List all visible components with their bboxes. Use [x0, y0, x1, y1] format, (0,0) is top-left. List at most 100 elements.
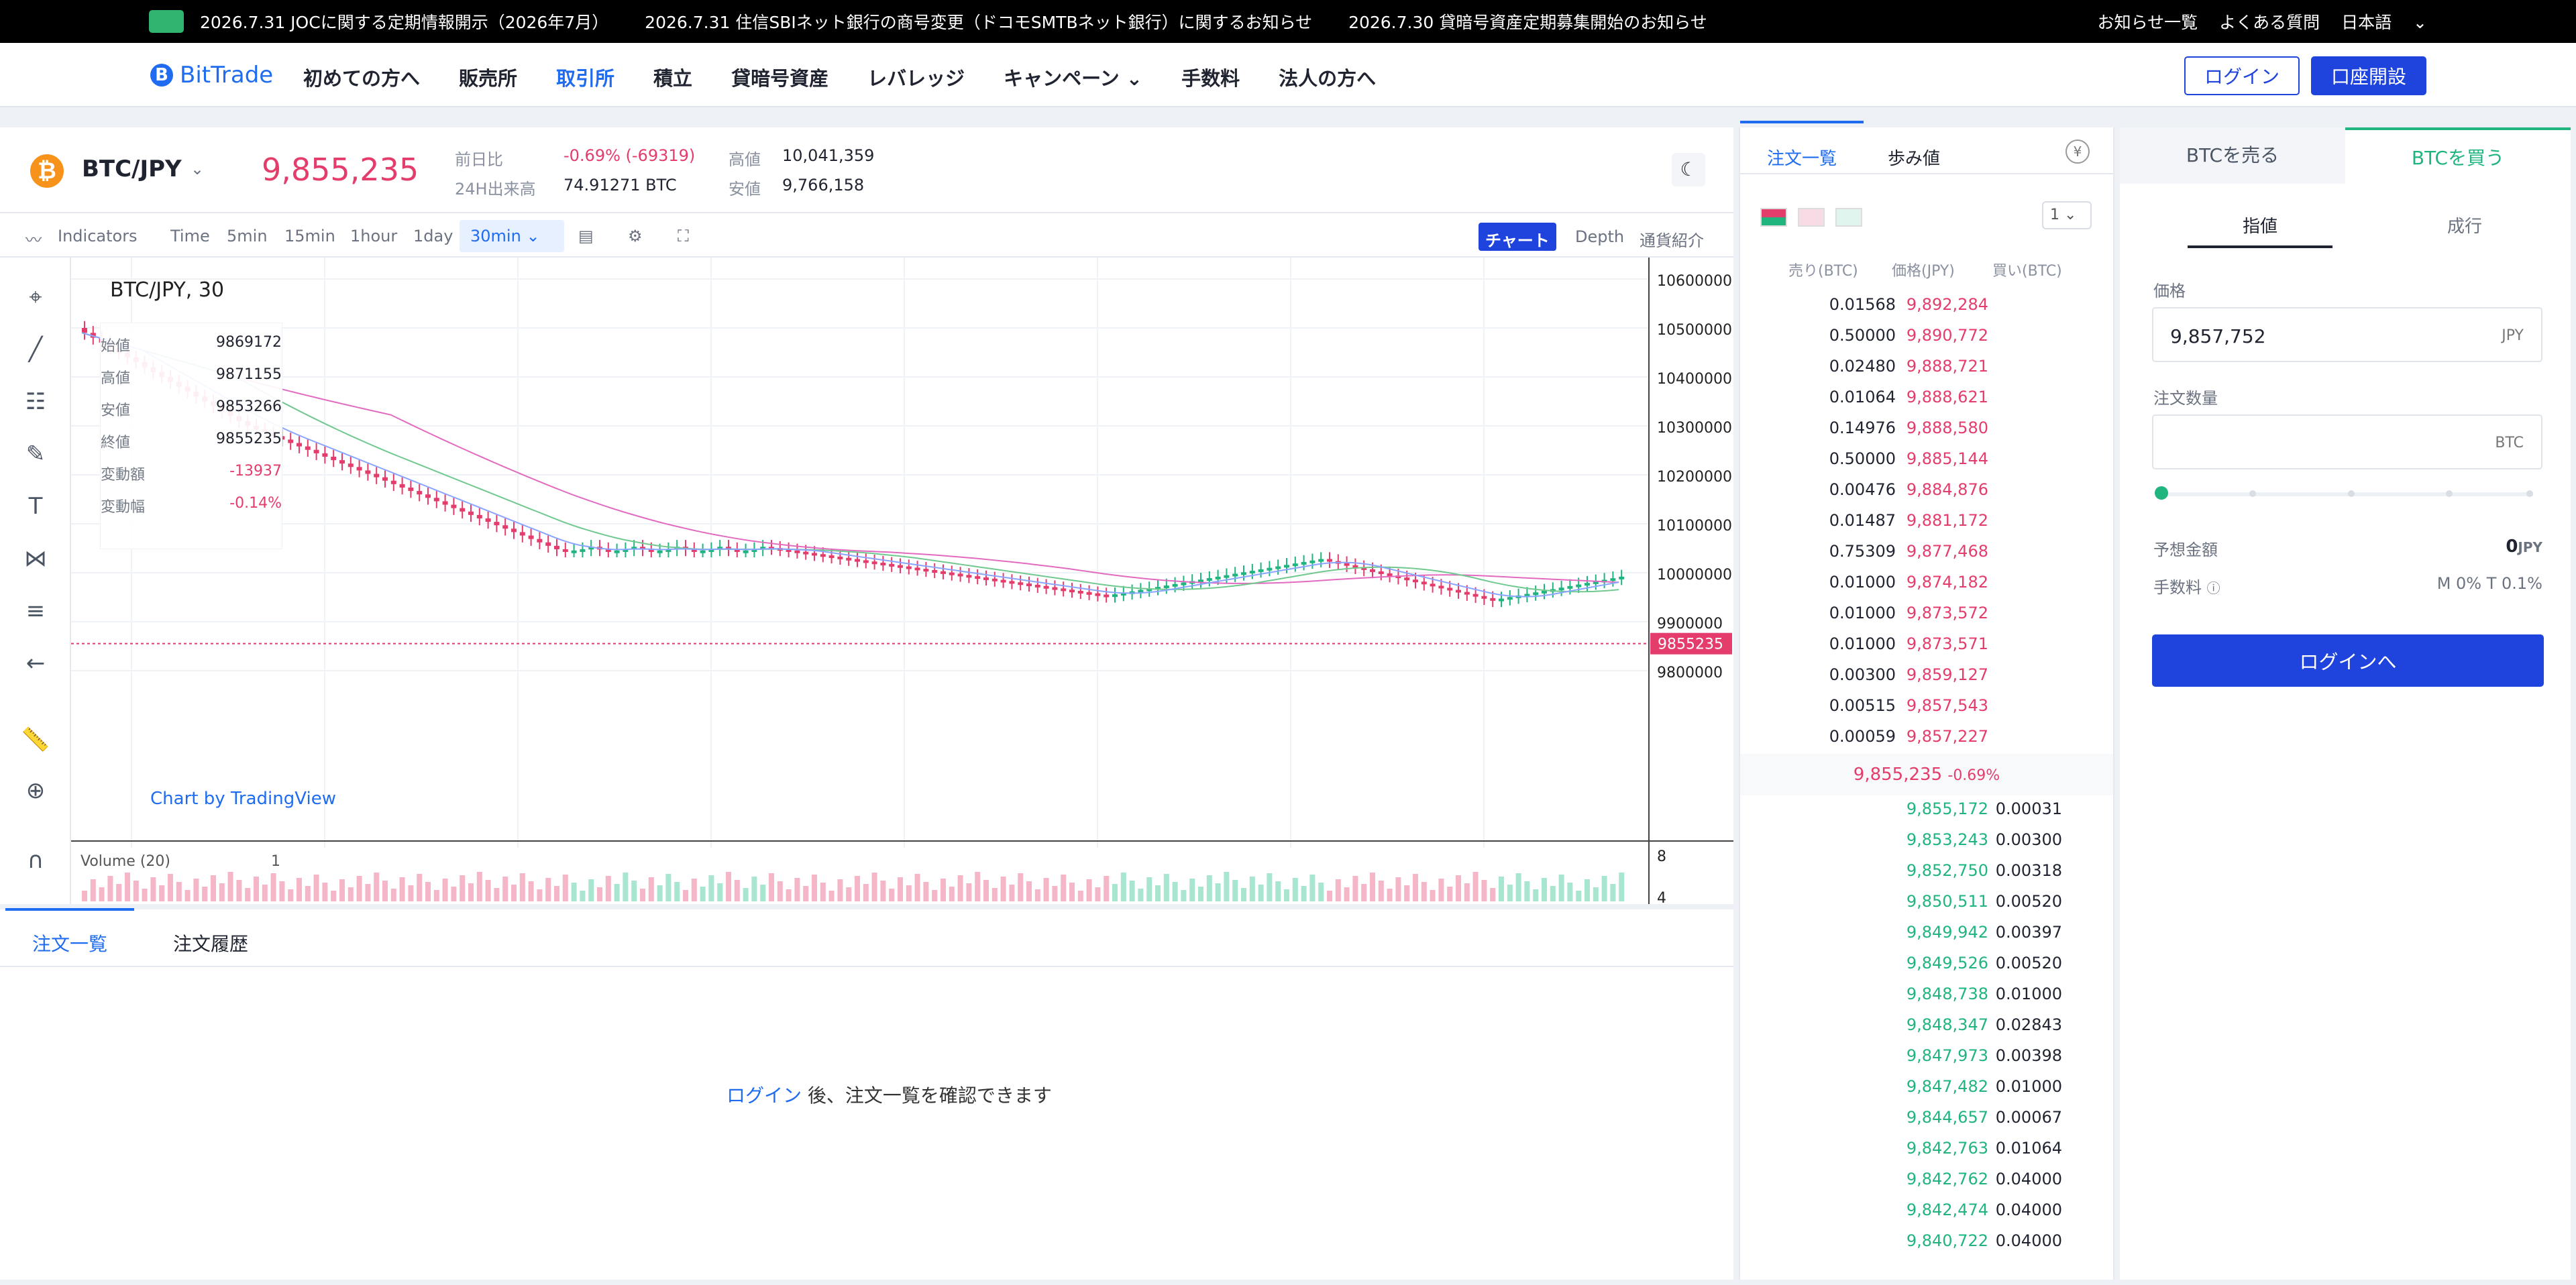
yen-icon[interactable]: ¥	[2065, 139, 2090, 164]
price-input[interactable]: 9,857,752 JPY	[2152, 307, 2542, 362]
tab-order-history[interactable]: 注文履歴	[173, 930, 248, 956]
ask-row[interactable]: 0.01000 9,873,571	[1740, 634, 2113, 665]
gear-icon[interactable]: ⚙	[628, 227, 643, 245]
indicators-icon[interactable]: 〰	[25, 227, 42, 250]
tab-trades[interactable]: 歩み値	[1888, 145, 1940, 170]
bids-view-icon[interactable]	[1835, 208, 1862, 227]
slider-handle[interactable]	[2155, 486, 2168, 500]
crosshair-icon[interactable]: ⌖	[19, 280, 52, 314]
timeframe-5min[interactable]: 5min	[227, 227, 268, 245]
bid-row[interactable]: 9,848,347 0.02843	[1740, 1015, 2113, 1046]
ask-row[interactable]: 0.01000 9,873,572	[1740, 604, 2113, 634]
bid-row[interactable]: 9,842,762 0.04000	[1740, 1170, 2113, 1200]
buy-tab[interactable]: BTCを買う	[2345, 127, 2571, 184]
faq-link[interactable]: よくある質問	[2219, 13, 2320, 32]
bid-row[interactable]: 9,853,243 0.00300	[1740, 830, 2113, 861]
slider-marker[interactable]	[2348, 490, 2355, 497]
tab-order-book[interactable]: 注文一覧	[1739, 121, 1864, 170]
bid-row[interactable]: 9,849,526 0.00520	[1740, 954, 2113, 985]
ask-row[interactable]: 0.01000 9,874,182	[1740, 573, 2113, 604]
bid-row[interactable]: 9,848,738 0.01000	[1740, 985, 2113, 1015]
nav-campaign[interactable]: キャンペーン ⌄	[1004, 63, 1142, 91]
nav-corporate[interactable]: 法人の方へ	[1279, 63, 1376, 91]
bid-row[interactable]: 9,855,172 0.00031	[1740, 799, 2113, 830]
login-button[interactable]: ログイン	[2184, 56, 2300, 95]
brush-icon[interactable]: ✎	[19, 437, 52, 471]
slider-marker[interactable]	[2249, 490, 2256, 497]
announcement-link[interactable]: 2026.7.30 貸暗号資産定期募集開始のお知らせ	[1348, 13, 1707, 32]
ask-row[interactable]: 0.01487 9,881,172	[1740, 511, 2113, 542]
price-chart[interactable]: 10600000 10500000 10400000 10300000 10200000…	[71, 258, 1733, 904]
nav-sales[interactable]: 販売所	[459, 63, 517, 91]
limit-order-tab[interactable]: 指値	[2188, 207, 2332, 248]
nav-beginners[interactable]: 初めての方へ	[303, 63, 420, 91]
currency-info-button[interactable]: 通貨紹介	[1633, 223, 1711, 251]
bid-row[interactable]: 9,844,657 0.00067	[1740, 1108, 2113, 1139]
orders-login-link[interactable]: ログイン	[727, 1084, 802, 1107]
indicators-button[interactable]: Indicators	[58, 227, 138, 245]
timeframe-time[interactable]: Time	[170, 227, 210, 245]
magnet-icon[interactable]: ∩	[19, 844, 52, 877]
timeframe-1hour[interactable]: 1hour	[350, 227, 397, 245]
market-order-tab[interactable]: 成行	[2414, 207, 2515, 248]
pair-selector[interactable]: BTC/JPY	[82, 156, 182, 182]
ask-row[interactable]: 0.50000 9,885,144	[1740, 449, 2113, 480]
nav-fees[interactable]: 手数料	[1181, 63, 1240, 91]
ask-row[interactable]: 0.14976 9,888,580	[1740, 418, 2113, 449]
tab-open-orders[interactable]: 注文一覧	[5, 908, 135, 956]
nav-exchange[interactable]: 取引所	[556, 63, 614, 91]
timeframe-15min[interactable]: 15min	[284, 227, 335, 245]
bid-row[interactable]: 9,849,942 0.00397	[1740, 923, 2113, 954]
both-view-icon[interactable]	[1760, 208, 1787, 227]
zoom-icon[interactable]: ⊕	[19, 774, 52, 807]
bid-row[interactable]: 9,847,973 0.00398	[1740, 1046, 2113, 1077]
sell-tab[interactable]: BTCを売る	[2120, 127, 2345, 184]
announcement-link[interactable]: 2026.7.31 住信SBIネット銀行の商号変更（ドコモSMTBネット銀行）に…	[645, 13, 1312, 32]
line-icon[interactable]: ╱	[19, 333, 52, 366]
ask-row[interactable]: 0.01064 9,888,621	[1740, 388, 2113, 418]
timeframe-selector[interactable]: 30min ⌄	[460, 220, 564, 252]
announcement-link[interactable]: 2026.7.31 JOCに関する定期情報開示（2026年7月）	[200, 13, 608, 32]
ruler-icon[interactable]: 📏	[19, 723, 52, 757]
slider-marker[interactable]	[2526, 490, 2533, 497]
tradingview-credit[interactable]: Chart by TradingView	[150, 789, 336, 809]
chart-mode-button[interactable]: チャート	[1479, 223, 1556, 251]
ask-row[interactable]: 0.50000 9,890,772	[1740, 326, 2113, 357]
chevron-down-icon[interactable]: ⌄	[191, 160, 204, 178]
quantity-input[interactable]: BTC	[2152, 414, 2542, 469]
timeframe-1day[interactable]: 1day	[413, 227, 453, 245]
bid-row[interactable]: 9,842,763 0.01064	[1740, 1139, 2113, 1170]
fibonacci-icon[interactable]: ☷	[19, 385, 52, 418]
nav-leverage[interactable]: レバレッジ	[867, 63, 965, 91]
bid-row[interactable]: 9,850,511 0.00520	[1740, 892, 2113, 923]
quantity-slider[interactable]	[2155, 486, 2533, 500]
chart-type-icon[interactable]: ▤	[578, 227, 594, 245]
bid-row[interactable]: 9,840,722 0.04000	[1740, 1231, 2113, 1262]
ask-row[interactable]: 0.02480 9,888,721	[1740, 357, 2113, 388]
info-icon[interactable]: ⓘ	[2207, 580, 2220, 596]
moon-icon[interactable]: ☾	[1672, 153, 1705, 186]
notice-list-link[interactable]: お知らせ一覧	[2098, 13, 2198, 32]
fullscreen-icon[interactable]: ⛶	[678, 227, 689, 245]
text-icon[interactable]: T	[19, 490, 52, 523]
bid-row[interactable]: 9,842,474 0.04000	[1740, 1200, 2113, 1231]
bid-row[interactable]: 9,847,482 0.01000	[1740, 1077, 2113, 1108]
arrow-left-icon[interactable]: ←	[19, 647, 52, 680]
language-selector[interactable]: 日本語	[2341, 13, 2392, 32]
ask-row[interactable]: 0.00515 9,857,543	[1740, 696, 2113, 727]
measure-icon[interactable]: ≡	[19, 594, 52, 628]
ask-row[interactable]: 0.75309 9,877,468	[1740, 542, 2113, 573]
nav-savings[interactable]: 積立	[653, 63, 692, 91]
brand-logo[interactable]: B BitTrade	[150, 62, 273, 89]
bid-row[interactable]: 9,852,750 0.00318	[1740, 861, 2113, 892]
ask-row[interactable]: 0.01568 9,892,284	[1740, 295, 2113, 326]
trade-login-button[interactable]: ログインへ	[2152, 634, 2544, 687]
ask-row[interactable]: 0.00300 9,859,127	[1740, 665, 2113, 696]
ask-row[interactable]: 0.00476 9,884,876	[1740, 480, 2113, 511]
nav-lending[interactable]: 貸暗号資産	[731, 63, 828, 91]
depth-mode-button[interactable]: Depth	[1568, 223, 1631, 251]
open-account-button[interactable]: 口座開設	[2311, 56, 2426, 95]
depth-selector[interactable]: 1 ⌄	[2042, 201, 2092, 229]
asks-view-icon[interactable]	[1798, 208, 1825, 227]
slider-marker[interactable]	[2446, 490, 2453, 497]
